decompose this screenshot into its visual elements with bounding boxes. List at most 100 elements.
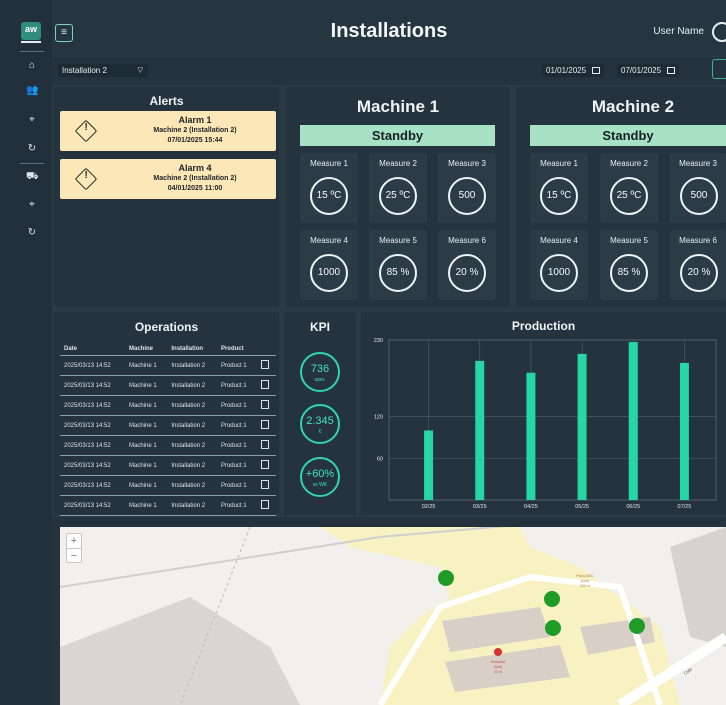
table-cell: Machine 1 bbox=[125, 435, 168, 456]
measure-label: Measure 4 bbox=[540, 236, 578, 245]
measure-label: Measure 3 bbox=[448, 159, 486, 168]
document-icon[interactable] bbox=[260, 420, 269, 429]
refresh-icon[interactable]: ↻ bbox=[26, 227, 38, 239]
truck-icon[interactable]: ⛟ bbox=[26, 171, 39, 183]
production-bar[interactable] bbox=[424, 430, 434, 500]
sidebar: aw ⌂ 👥 ⌖ ↻ ⛟ ⌖ ↻ bbox=[0, 0, 52, 705]
location-icon[interactable]: ⌖ bbox=[26, 199, 38, 211]
refresh-icon[interactable]: ↻ bbox=[26, 143, 38, 155]
alerts-panel: Alerts ! Alarm 1 Machine 2 (Installation… bbox=[54, 87, 279, 307]
measure-label: Measure 2 bbox=[610, 159, 648, 168]
production-bar[interactable] bbox=[679, 362, 689, 500]
kpi-unit: € bbox=[318, 429, 322, 435]
alerts-title: Alerts bbox=[149, 94, 184, 108]
production-bar[interactable] bbox=[526, 372, 536, 500]
installation-select[interactable]: Installation 2 ▽ bbox=[58, 64, 148, 77]
table-cell: Machine 1 bbox=[125, 475, 168, 496]
measure-value: 25 ºC bbox=[610, 177, 648, 215]
kpi-revenue: 2.345 € bbox=[300, 404, 340, 444]
map-panel: Hospital (sub) 40 m Parq ABC (sub) 520 m… bbox=[52, 517, 726, 705]
table-cell: Installation 2 bbox=[167, 355, 217, 376]
measure-card: Measure 3 500 bbox=[438, 153, 496, 223]
measure-label: Measure 5 bbox=[610, 236, 648, 245]
table-header-row: Date Machine Installation Product bbox=[60, 343, 276, 356]
alert-date: 07/01/2025 15:44 bbox=[167, 137, 223, 144]
table-row[interactable]: 2025/03/13 14:52Machine 1Installation 2P… bbox=[60, 355, 276, 376]
measure-card: Measure 5 85 % bbox=[600, 230, 658, 300]
hospital-label-sub: (sub) bbox=[494, 665, 502, 669]
table-row[interactable]: 2025/03/13 14:52Machine 1Installation 2P… bbox=[60, 475, 276, 496]
alert-title: Alarm 1 bbox=[178, 115, 212, 125]
measure-label: Measure 1 bbox=[540, 159, 578, 168]
user-avatar-icon[interactable] bbox=[712, 22, 726, 42]
document-icon[interactable] bbox=[260, 360, 269, 369]
table-row[interactable]: 2025/03/13 14:52Machine 1Installation 2P… bbox=[60, 395, 276, 416]
map[interactable]: Hospital (sub) 40 m Parq ABC (sub) 520 m… bbox=[60, 527, 726, 705]
map-marker[interactable] bbox=[545, 620, 561, 636]
zoom-out-button[interactable]: − bbox=[67, 548, 81, 563]
logo: aw bbox=[21, 22, 41, 43]
table-row[interactable]: 2025/03/13 14:52Machine 1Installation 2P… bbox=[60, 495, 276, 516]
table-cell: Installation 2 bbox=[167, 395, 217, 416]
table-row[interactable]: 2025/03/13 14:52Machine 1Installation 2P… bbox=[60, 415, 276, 436]
measure-card: Measure 2 25 ºC bbox=[600, 153, 658, 223]
document-icon[interactable] bbox=[260, 480, 269, 489]
page-title: Installations bbox=[330, 20, 448, 42]
x-tick-label: 07/25 bbox=[678, 504, 692, 510]
document-icon[interactable] bbox=[260, 440, 269, 449]
table-cell: Machine 1 bbox=[125, 375, 168, 396]
alert-card[interactable]: ! Alarm 4 Machine 2 (Installation 2) 04/… bbox=[60, 159, 276, 199]
machine-1-panel: Machine 1 Standby Measure 1 15 ºC Measur… bbox=[286, 87, 510, 307]
document-icon[interactable] bbox=[260, 500, 269, 509]
machine-title: Machine 2 bbox=[591, 97, 675, 116]
table-row[interactable]: 2025/03/13 14:52Machine 1Installation 2P… bbox=[60, 455, 276, 476]
measure-value: 15 ºC bbox=[540, 177, 578, 215]
map-marker[interactable] bbox=[544, 591, 560, 607]
measure-value: 1000 bbox=[310, 254, 348, 292]
kpi-title: KPI bbox=[309, 320, 330, 334]
home-icon[interactable]: ⌂ bbox=[26, 60, 38, 72]
date-from-input[interactable]: 01/01/2025 bbox=[542, 64, 604, 77]
measure-card: Measure 4 1000 bbox=[530, 230, 588, 300]
table-cell: 2025/03/13 14:52 bbox=[60, 415, 125, 436]
zoom-in-button[interactable]: + bbox=[67, 534, 81, 548]
table-cell: Machine 1 bbox=[125, 495, 168, 516]
production-bar[interactable] bbox=[475, 360, 485, 500]
y-tick-label: 120 bbox=[374, 415, 383, 421]
measure-card: Measure 1 15 ºC bbox=[530, 153, 588, 223]
alert-date: 04/01/2025 11:00 bbox=[167, 185, 223, 192]
map-marker[interactable] bbox=[629, 618, 645, 634]
table-cell: Product 1 bbox=[216, 435, 257, 456]
measure-value: 85 % bbox=[610, 254, 648, 292]
kpi-unit: vs WK bbox=[312, 482, 328, 488]
table-cell: Machine 1 bbox=[125, 415, 168, 436]
refresh-button[interactable] bbox=[712, 59, 726, 79]
measure-label: Measure 6 bbox=[679, 236, 717, 245]
date-from-value: 01/01/2025 bbox=[546, 66, 587, 75]
building-block bbox=[670, 527, 726, 647]
location-icon[interactable]: ⌖ bbox=[26, 114, 38, 126]
production-bar[interactable] bbox=[577, 353, 587, 500]
kpi-value: 2.345 bbox=[306, 415, 334, 427]
table-cell: 2025/03/13 14:52 bbox=[60, 355, 125, 376]
table-cell bbox=[256, 355, 276, 376]
table-row[interactable]: 2025/03/13 14:52Machine 1Installation 2P… bbox=[60, 375, 276, 396]
date-to-input[interactable]: 07/01/2025 bbox=[617, 64, 679, 77]
table-row[interactable]: 2025/03/13 14:52Machine 1Installation 2P… bbox=[60, 435, 276, 456]
document-icon[interactable] bbox=[260, 460, 269, 469]
users-icon[interactable]: 👥 bbox=[26, 85, 38, 97]
building-block bbox=[60, 597, 300, 705]
measure-value: 25 ºC bbox=[379, 177, 417, 215]
production-panel: Production 60 120 230 02/25 03/25 04/25 05/25 0… bbox=[361, 312, 726, 515]
document-icon[interactable] bbox=[260, 400, 269, 409]
alert-card[interactable]: ! Alarm 1 Machine 2 (Installation 2) 07/… bbox=[60, 111, 276, 151]
machine-title: Machine 1 bbox=[356, 97, 440, 116]
kpi-panel: KPI 736 oper. 2.345 € +60% vs WK bbox=[284, 312, 356, 515]
measure-value: 85 % bbox=[379, 254, 417, 292]
production-bar[interactable] bbox=[628, 342, 638, 500]
table-cell: 2025/03/13 14:52 bbox=[60, 395, 125, 416]
map-marker[interactable] bbox=[438, 570, 454, 586]
user-name[interactable]: User Name bbox=[653, 26, 704, 37]
measure-card: Measure 6 20 % bbox=[438, 230, 496, 300]
document-icon[interactable] bbox=[260, 380, 269, 389]
